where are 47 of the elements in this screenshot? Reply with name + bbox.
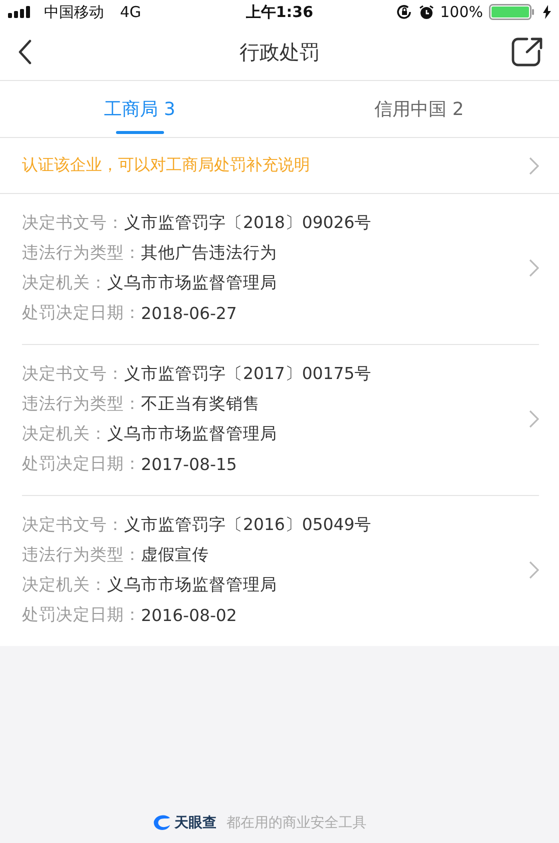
page-title: 行政处罚 <box>240 38 320 66</box>
battery-percent: 100% <box>440 3 483 21</box>
field-value: 义市监管罚字〔2017〕00175号 <box>124 363 372 385</box>
clock-time: 上午1:36 <box>246 2 314 22</box>
field-value: 义市监管罚字〔2018〕09026号 <box>124 212 372 234</box>
field-value: 义市监管罚字〔2016〕05049号 <box>124 514 372 536</box>
share-button[interactable] <box>511 37 543 67</box>
eye-logo-icon <box>152 815 170 831</box>
field-label: 决定机关： <box>22 272 107 294</box>
charging-icon <box>543 5 551 19</box>
field-value: 其他广告违法行为 <box>141 242 277 264</box>
field-label: 决定机关： <box>22 423 107 445</box>
penalty-record[interactable]: 决定书文号：义市监管罚字〔2016〕05049号 违法行为类型：虚假宣传 决定机关：义乌市市场监督管理局 处罚决定日期：2016-08-02 <box>22 496 539 646</box>
rotation-lock-icon <box>397 5 414 19</box>
chevron-icon <box>529 259 539 277</box>
field-label: 决定书文号： <box>22 514 124 536</box>
field-label: 违法行为类型： <box>22 544 141 566</box>
tab[interactable]: 信用中国 2 <box>280 81 559 137</box>
field-label: 处罚决定日期： <box>22 604 141 626</box>
tab[interactable]: 工商局 3 <box>0 81 280 137</box>
alarm-icon <box>419 4 434 20</box>
back-button[interactable] <box>18 39 32 65</box>
field-value: 义乌市市场监督管理局 <box>107 423 277 445</box>
chevron-icon <box>529 156 539 174</box>
field-value: 不正当有奖销售 <box>141 393 260 415</box>
field-value: 义乌市市场监督管理局 <box>107 272 277 294</box>
field-label: 决定机关： <box>22 574 107 596</box>
field-value: 2018-06-27 <box>141 304 237 322</box>
slogan: 都在用的商业安全工具 <box>226 814 366 832</box>
chevron-icon <box>529 561 539 579</box>
penalty-record[interactable]: 决定书文号：义市监管罚字〔2018〕09026号 违法行为类型：其他广告违法行为 决定机关：义乌市市场监督管理局 处罚决定日期：2018-06-27 <box>22 194 539 345</box>
field-label: 决定书文号： <box>22 363 124 385</box>
chevron-icon <box>529 410 539 428</box>
field-value: 2016-08-02 <box>141 606 237 624</box>
penalty-record[interactable]: 决定书文号：义市监管罚字〔2017〕00175号 违法行为类型：不正当有奖销售 决定机关：义乌市市场监督管理局 处罚决定日期：2017-08-15 <box>22 345 539 496</box>
field-value: 2017-08-15 <box>141 454 237 474</box>
battery-icon <box>489 4 537 20</box>
network-type: 4G <box>120 3 142 21</box>
field-label: 处罚决定日期： <box>22 453 141 475</box>
field-label: 违法行为类型： <box>22 393 141 415</box>
field-label: 处罚决定日期： <box>22 302 141 324</box>
field-label: 违法行为类型： <box>22 242 141 264</box>
carrier-name: 中国移动 <box>44 2 104 22</box>
field-value: 虚假宣传 <box>141 544 209 566</box>
field-label: 决定书文号： <box>22 212 124 234</box>
brand-name: 天眼查 <box>174 814 216 832</box>
field-value: 义乌市市场监督管理局 <box>107 574 277 596</box>
